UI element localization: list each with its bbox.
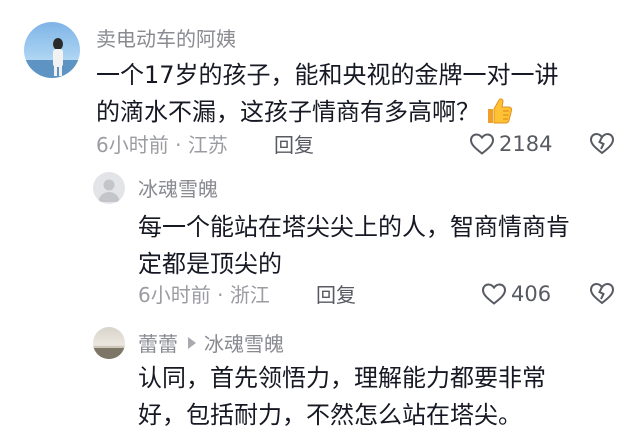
- comment-text-line: 一个17岁的孩子，能和央视的金牌一对一讲: [96, 61, 559, 89]
- comment-username[interactable]: 蕾蕾: [138, 332, 178, 356]
- comment-text: 认同，首先领悟力，理解能力都要非常 好，包括耐力，不然怎么站在塔尖。: [138, 360, 618, 431]
- broken-heart-icon: [589, 132, 615, 155]
- comment-username-line: 蕾蕾 冰魂雪魄: [138, 332, 284, 356]
- avatar[interactable]: [93, 172, 125, 204]
- comment-meta: 6小时前 · 浙江: [138, 283, 270, 307]
- avatar-image: [24, 22, 80, 78]
- reply-button[interactable]: 回复: [316, 283, 356, 307]
- comment-text-line: 定都是顶尖的: [138, 250, 282, 278]
- dislike-button[interactable]: [589, 281, 615, 307]
- comment-text: 每一个能站在塔尖尖上的人，智商情商肯 定都是顶尖的: [138, 209, 618, 283]
- reply-comment-item: 蕾蕾 冰魂雪魄 认同，首先领悟力，理解能力都要非常 好，包括耐力，不然怎么站在塔尖…: [0, 315, 639, 431]
- broken-heart-icon: [589, 282, 615, 305]
- comment-location: 江苏: [187, 133, 228, 157]
- dislike-button[interactable]: [589, 131, 615, 157]
- reply-comment-item: 冰魂雪魄 每一个能站在塔尖尖上的人，智商情商肯 定都是顶尖的 6小时前 · 浙江…: [0, 165, 639, 315]
- avatar-image: [93, 327, 125, 359]
- comment-text-line: 好，包括耐力，不然怎么站在塔尖。: [138, 401, 522, 429]
- thumbs-up-icon: [484, 96, 514, 137]
- comment-text-line-content: 的滴水不漏，这孩子情商有多高啊？: [96, 98, 480, 126]
- heart-icon: [469, 133, 495, 155]
- comment-item: 卖电动车的阿姨 一个17岁的孩子，能和央视的金牌一对一讲 的滴水不漏，这孩子情商…: [0, 0, 639, 165]
- reply-arrow-icon: [188, 337, 196, 349]
- comment-text: 一个17岁的孩子，能和央视的金牌一对一讲 的滴水不漏，这孩子情商有多高啊？: [96, 57, 616, 137]
- meta-separator: ·: [168, 133, 188, 157]
- like-count: 406: [511, 282, 552, 306]
- comment-text-line: 认同，首先领悟力，理解能力都要非常: [138, 364, 546, 392]
- reply-button[interactable]: 回复: [274, 133, 314, 157]
- like-button[interactable]: 406: [481, 282, 551, 306]
- comment-time: 6小时前: [96, 133, 169, 157]
- meta-separator: ·: [210, 283, 230, 307]
- avatar[interactable]: [93, 327, 125, 359]
- comment-location: 浙江: [229, 283, 270, 307]
- reply-to-username[interactable]: 冰魂雪魄: [204, 332, 284, 356]
- like-count: 2184: [499, 132, 553, 156]
- comment-time: 6小时前: [138, 283, 211, 307]
- like-button[interactable]: 2184: [469, 132, 552, 156]
- comment-username[interactable]: 冰魂雪魄: [138, 177, 218, 201]
- avatar[interactable]: [24, 22, 80, 78]
- comment-text-line: 每一个能站在塔尖尖上的人，智商情商肯: [138, 213, 570, 241]
- heart-icon: [481, 283, 507, 305]
- comment-meta: 6小时前 · 江苏: [96, 133, 228, 157]
- comment-text-line: 的滴水不漏，这孩子情商有多高啊？: [96, 94, 616, 137]
- default-avatar-icon: [98, 179, 120, 202]
- comment-username[interactable]: 卖电动车的阿姨: [96, 27, 236, 51]
